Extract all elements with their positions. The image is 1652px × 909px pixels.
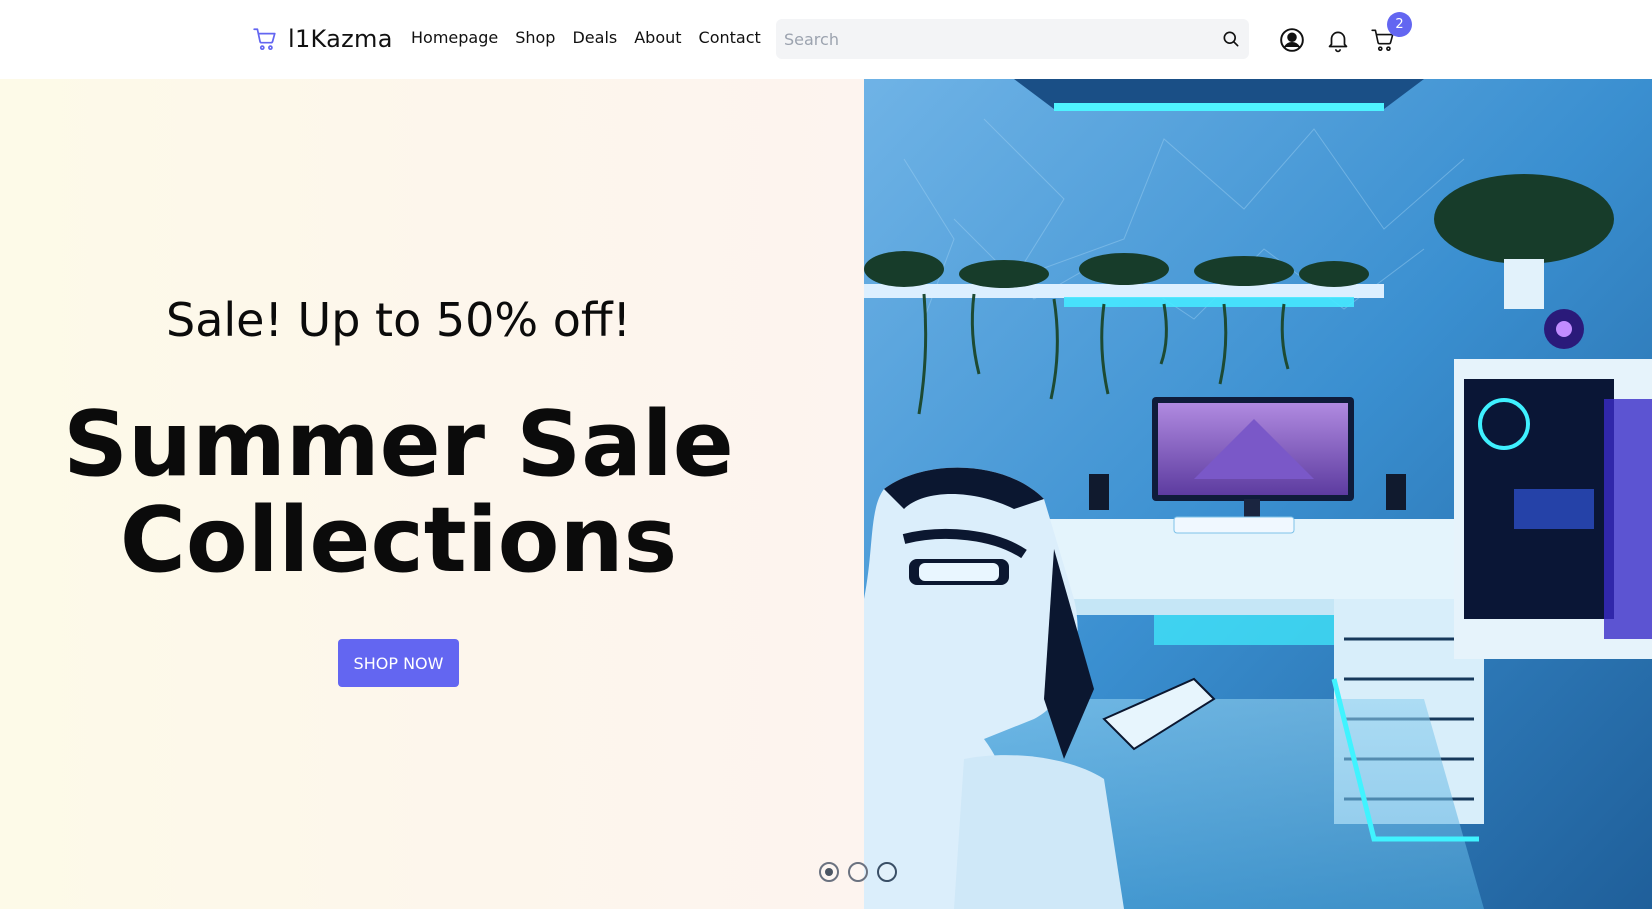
search-icon[interactable]: [1221, 29, 1241, 49]
brand-logo-link[interactable]: l1Kazma: [252, 22, 393, 56]
hero-title-line2: Collections: [119, 488, 678, 593]
bell-icon[interactable]: [1325, 27, 1351, 53]
nav-link-homepage[interactable]: Homepage: [411, 28, 498, 47]
carousel-dot-2[interactable]: [848, 862, 868, 882]
brand-name: l1Kazma: [288, 25, 393, 53]
carousel-indicators: [819, 862, 897, 882]
hero-subtitle: Sale! Up to 50% off!: [166, 293, 631, 347]
shop-now-button[interactable]: SHOP NOW: [338, 639, 459, 687]
nav-link-shop[interactable]: Shop: [515, 28, 555, 47]
shopping-cart-icon: [253, 28, 276, 51]
nav-link-contact[interactable]: Contact: [699, 28, 761, 47]
hero-title-line1: Summer Sale: [63, 392, 734, 497]
top-navbar: l1Kazma Homepage Shop Deals About Contac…: [0, 0, 1652, 79]
user-circle-icon[interactable]: [1279, 27, 1305, 53]
hero-image: [864, 79, 1652, 909]
hero-title: Summer Sale Collections: [0, 397, 797, 589]
cart-count-badge: 2: [1387, 12, 1412, 37]
main-nav: Homepage Shop Deals About Contact: [411, 28, 761, 47]
carousel-dot-1[interactable]: [819, 862, 839, 882]
hero-carousel: Sale! Up to 50% off! Summer Sale Collect…: [0, 79, 1652, 909]
carousel-dot-3[interactable]: [877, 862, 897, 882]
hero-text-panel: Sale! Up to 50% off! Summer Sale Collect…: [0, 79, 864, 909]
search-input[interactable]: [776, 19, 1196, 59]
nav-link-deals[interactable]: Deals: [572, 28, 617, 47]
search-bar: [776, 19, 1249, 59]
gaming-room-illustration: [864, 79, 1652, 909]
nav-link-about[interactable]: About: [634, 28, 681, 47]
